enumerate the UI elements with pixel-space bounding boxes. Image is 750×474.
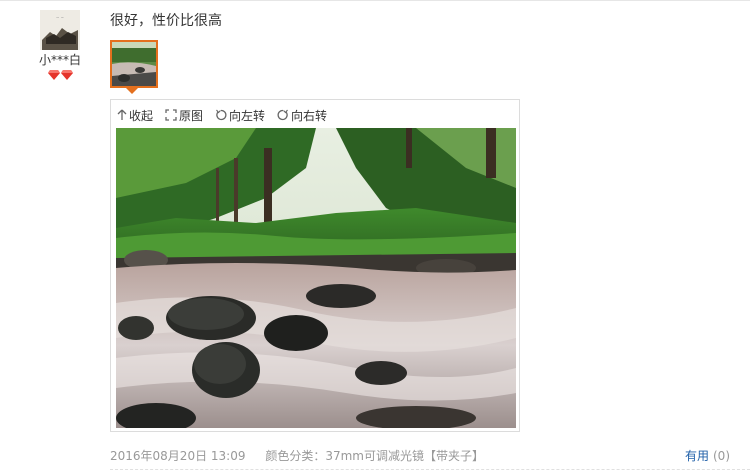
rotate-left-label: 向左转: [229, 108, 266, 123]
collapse-button[interactable]: 收起: [117, 107, 153, 124]
reviewer-info: ~ ~ 小***白: [28, 10, 92, 80]
bottom-divider: [110, 469, 750, 471]
red-diamond-icon: [60, 70, 73, 80]
username: 小***白: [38, 53, 81, 67]
review-photo-large[interactable]: [116, 128, 516, 428]
collapse-label: 收起: [129, 108, 154, 123]
photo-thumbnail[interactable]: [110, 40, 158, 88]
useful-button[interactable]: 有用: [685, 449, 709, 463]
vip-badges: [28, 70, 92, 80]
red-diamond-icon: [47, 70, 60, 80]
sku-info: 颜色分类：37mm可调减光镜【带夹子】: [265, 449, 484, 463]
photo-preview-panel: 收起 原图 向左转 向右转: [110, 99, 520, 432]
rotate-right-button[interactable]: 向右转: [277, 107, 327, 124]
sku-value: 37mm可调减光镜【带夹子】: [325, 449, 484, 463]
sku-label: 颜色分类：: [265, 449, 326, 463]
photo-toolbar: 收起 原图 向左转 向右转: [117, 106, 339, 124]
original-image-label: 原图: [179, 108, 204, 123]
collapse-arrow-icon: [117, 109, 127, 120]
original-image-button[interactable]: 原图: [165, 107, 203, 124]
review-comment: 很好，性价比很高: [110, 13, 222, 29]
expand-icon: [165, 109, 177, 121]
rotate-right-label: 向右转: [291, 108, 328, 123]
top-divider: [0, 0, 750, 1]
useful-vote: 有用 (0): [685, 447, 730, 464]
thumbnail-pointer: [126, 88, 138, 94]
useful-count: (0): [713, 449, 730, 463]
rotate-left-icon: [216, 109, 227, 121]
svg-text:~ ~: ~ ~: [56, 15, 64, 20]
review-meta: 2016年08月20日 13:09 颜色分类：37mm可调减光镜【带夹子】: [110, 447, 484, 464]
rotate-left-button[interactable]: 向左转: [215, 107, 265, 124]
avatar[interactable]: ~ ~: [40, 10, 80, 50]
review-date: 2016年08月20日 13:09: [110, 449, 246, 463]
rotate-right-icon: [277, 109, 288, 121]
